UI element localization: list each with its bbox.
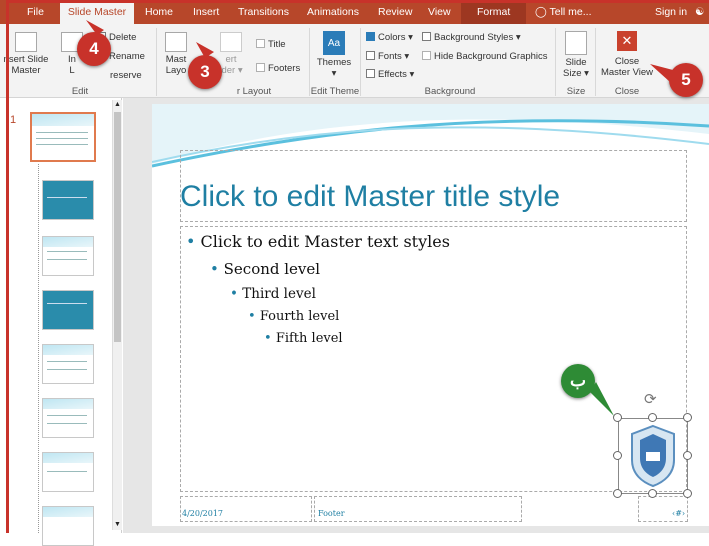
annotation-pointers (86, 20, 673, 416)
